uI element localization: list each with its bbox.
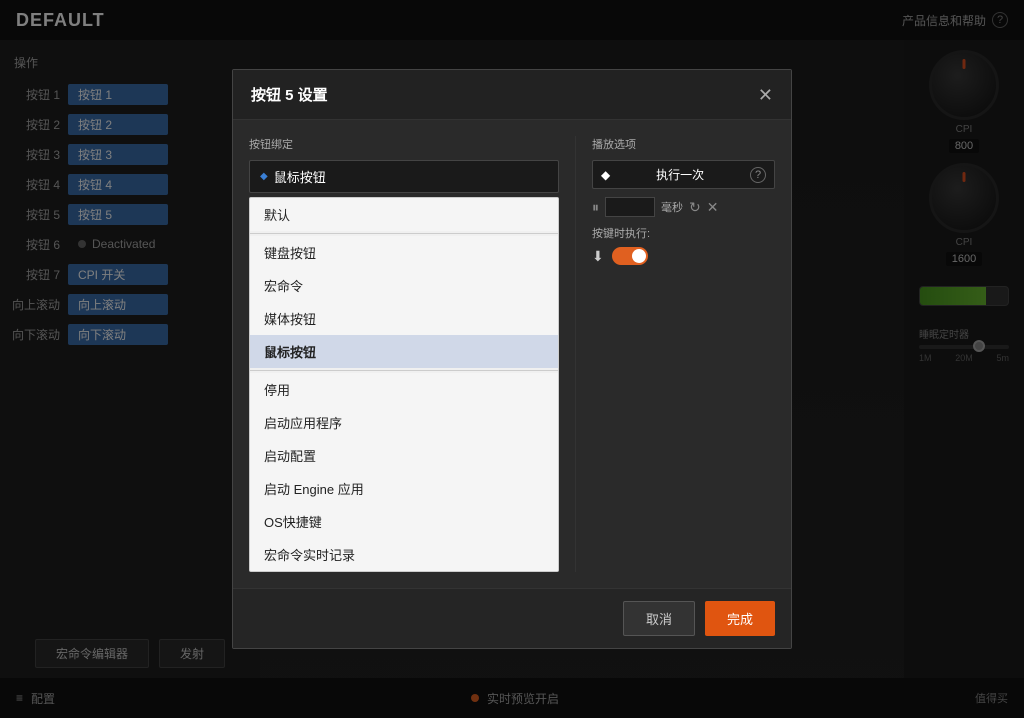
toggle-down-icon: ⬇: [592, 248, 604, 265]
modal-header: 按钮 5 设置 ✕: [233, 70, 791, 120]
dropdown-item-disable[interactable]: 停用: [250, 373, 558, 406]
dropdown-item-launch-app[interactable]: 启动应用程序: [250, 406, 558, 439]
repeat-icon: ↻: [689, 199, 701, 216]
modal-dialog: 按钮 5 设置 ✕ 按钮绑定 ◆ 鼠标按钮 默认 键盘按钮 宏命令 媒体按钮 鼠…: [232, 69, 792, 649]
dropdown-item-macro[interactable]: 宏命令: [250, 269, 558, 302]
dropdown-item-macro-record[interactable]: 宏命令实时记录: [250, 538, 558, 571]
dropdown-divider-1: [250, 233, 558, 234]
binding-dropdown-button[interactable]: ◆ 鼠标按钮: [249, 160, 559, 193]
playback-dropdown[interactable]: ◆ 执行一次 ?: [592, 160, 775, 189]
dropdown-divider-2: [250, 370, 558, 371]
modal-body: 按钮绑定 ◆ 鼠标按钮 默认 键盘按钮 宏命令 媒体按钮 鼠标按钮 停用 启动应…: [233, 120, 791, 588]
binding-dropdown-list: 默认 键盘按钮 宏命令 媒体按钮 鼠标按钮 停用 启动应用程序 启动配置 启动 …: [249, 197, 559, 572]
binding-label: 按钮绑定: [249, 136, 559, 152]
modal-binding-section: 按钮绑定 ◆ 鼠标按钮 默认 键盘按钮 宏命令 媒体按钮 鼠标按钮 停用 启动应…: [249, 136, 575, 572]
dropdown-arrow: ◆: [260, 171, 268, 182]
toggle-row: ⬇: [592, 247, 775, 265]
dropdown-selected: 鼠标按钮: [274, 167, 326, 186]
modal-footer: 取消 完成: [233, 588, 791, 648]
dropdown-item-default[interactable]: 默认: [250, 198, 558, 231]
time-input[interactable]: [605, 197, 655, 217]
close-repeat-icon: ✕: [707, 199, 719, 216]
dropdown-item-media[interactable]: 媒体按钮: [250, 302, 558, 335]
dropdown-item-launch-engine[interactable]: 启动 Engine 应用: [250, 472, 558, 505]
playback-row: ⏸ 毫秒 ↻ ✕: [592, 197, 775, 217]
time-unit: 毫秒: [661, 199, 683, 215]
dropdown-item-os-shortcut[interactable]: OS快捷键: [250, 505, 558, 538]
playback-selected: 执行一次: [656, 166, 704, 183]
exec-toggle[interactable]: [612, 247, 648, 265]
modal-playback-section: 播放选项 ◆ 执行一次 ? ⏸ 毫秒 ↻ ✕ 按键时执行: ⬇: [575, 136, 775, 572]
dropdown-item-launch-config[interactable]: 启动配置: [250, 439, 558, 472]
dropdown-item-keyboard[interactable]: 键盘按钮: [250, 236, 558, 269]
confirm-button[interactable]: 完成: [705, 601, 775, 636]
pause-icon: ⏸: [592, 199, 599, 216]
dropdown-item-mouse[interactable]: 鼠标按钮: [250, 335, 558, 368]
cancel-button[interactable]: 取消: [623, 601, 695, 636]
modal-close-button[interactable]: ✕: [758, 86, 773, 104]
toggle-knob: [632, 249, 646, 263]
exec-label: 按键时执行:: [592, 225, 775, 241]
playback-label: 播放选项: [592, 136, 775, 152]
modal-overlay: 按钮 5 设置 ✕ 按钮绑定 ◆ 鼠标按钮 默认 键盘按钮 宏命令 媒体按钮 鼠…: [0, 0, 1024, 718]
playback-arrow: ◆: [601, 168, 610, 182]
playback-help-icon[interactable]: ?: [750, 167, 766, 183]
modal-title: 按钮 5 设置: [251, 84, 328, 105]
